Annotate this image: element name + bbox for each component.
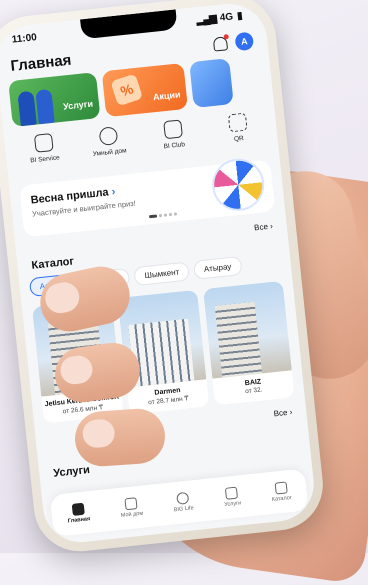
cart-icon — [162, 119, 183, 140]
tab-my-home[interactable]: Мой дом — [119, 497, 143, 519]
banner-services[interactable]: Услуги — [8, 72, 101, 128]
notification-icon[interactable] — [212, 34, 229, 52]
banner-label: Акции — [152, 89, 181, 103]
chevron-right-icon: › — [111, 185, 116, 199]
wrench-icon — [33, 133, 54, 153]
percent-icon: % — [110, 73, 144, 107]
service-bi-service[interactable]: BI Service — [15, 131, 74, 166]
tab-big-life[interactable]: BIG Life — [172, 491, 194, 513]
service-smart-home[interactable]: Умный дом — [79, 124, 138, 159]
project-card[interactable]: BAIZ от 32. — [202, 280, 295, 406]
carousel-dots — [148, 212, 178, 219]
network-label: 4G — [219, 10, 234, 24]
signal-icon: ▂▄▆ — [195, 12, 217, 26]
phone-screen: 11:00 ▂▄▆ 4G ▮ Главная A Услуги % Акции — [0, 0, 318, 546]
house-icon — [124, 497, 138, 511]
banner-label: Услуги — [62, 98, 94, 112]
bottom-tab-bar: Главная Мой дом BIG Life Услуги Каталог — [49, 468, 309, 537]
page-title: Главная — [9, 51, 73, 75]
banner-promotions[interactable]: % Акции — [101, 62, 189, 118]
qr-icon — [227, 112, 248, 133]
notification-dot — [223, 34, 229, 40]
service-qr[interactable]: QR — [208, 111, 267, 146]
home-icon — [71, 502, 85, 516]
finger — [73, 406, 167, 469]
heart-icon — [176, 491, 190, 505]
prize-wheel-icon — [209, 156, 267, 214]
phone-frame: 11:00 ▂▄▆ 4G ▮ Главная A Услуги % Акции — [0, 0, 328, 556]
smart-home-icon — [98, 126, 118, 147]
service-bi-club[interactable]: BI Club — [144, 117, 203, 152]
worker-figure — [17, 90, 37, 127]
tab-home[interactable]: Главная — [66, 502, 90, 524]
star-icon — [225, 486, 239, 500]
tab-catalog[interactable]: Каталог — [270, 481, 292, 503]
avatar[interactable]: A — [234, 31, 255, 52]
banner-robot[interactable] — [189, 58, 234, 109]
battery-icon: ▮ — [236, 9, 244, 22]
tab-services[interactable]: Услуги — [223, 486, 241, 508]
catalog-icon — [274, 481, 288, 495]
project-image — [202, 280, 292, 379]
worker-figure — [35, 88, 55, 125]
chip-atyrau[interactable]: Атырау — [193, 255, 243, 280]
status-time: 11:00 — [11, 31, 38, 46]
